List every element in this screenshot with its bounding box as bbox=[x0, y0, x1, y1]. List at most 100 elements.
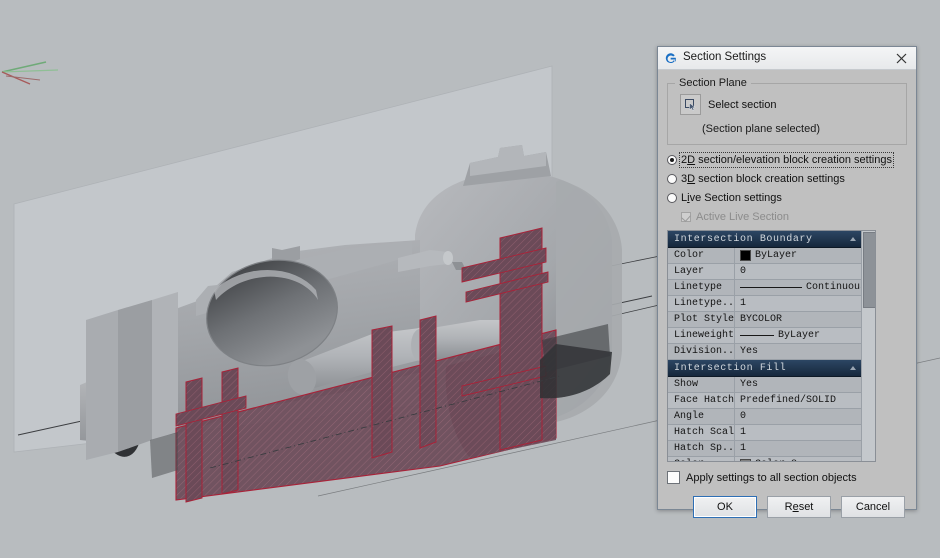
radio-live-section[interactable]: Live Section settings bbox=[667, 192, 907, 204]
property-value[interactable]: 1 bbox=[735, 441, 861, 456]
section-settings-dialog[interactable]: Section Settings Section Plane Select se… bbox=[657, 46, 917, 518]
dialog-button-row: OK Reset Cancel bbox=[667, 496, 907, 518]
property-key: Color bbox=[668, 457, 735, 461]
property-key: Show bbox=[668, 377, 735, 392]
select-section-row[interactable]: Select section bbox=[676, 94, 898, 115]
property-key: Hatch Scale bbox=[668, 425, 735, 440]
property-value[interactable]: 0 bbox=[735, 264, 861, 279]
property-row[interactable]: Lineweight ByLayer bbox=[668, 328, 861, 344]
radio-mark-icon bbox=[667, 174, 677, 184]
property-value[interactable]: BYCOLOR bbox=[735, 312, 861, 327]
property-grid[interactable]: Intersection Boundary Color ByLayer Layer 0 L… bbox=[667, 230, 876, 462]
property-key: Angle bbox=[668, 409, 735, 424]
radio-live-section-label: Live Section settings bbox=[681, 192, 782, 204]
app-root: Section Settings Section Plane Select se… bbox=[0, 0, 940, 558]
apply-all-label: Apply settings to all section objects bbox=[686, 471, 857, 484]
property-key: Lineweight bbox=[668, 328, 735, 343]
chevron-up-icon[interactable] bbox=[850, 237, 856, 241]
select-section-button[interactable] bbox=[680, 94, 701, 115]
checkmark-icon bbox=[681, 212, 691, 222]
property-key: Plot Style bbox=[668, 312, 735, 327]
dialog-titlebar[interactable]: Section Settings bbox=[658, 47, 916, 70]
property-key: Color bbox=[668, 248, 735, 263]
radio-3d-section[interactable]: 3D section block creation settings bbox=[667, 173, 907, 185]
property-category-header[interactable]: Intersection Fill bbox=[668, 360, 861, 377]
section-plane-note: (Section plane selected) bbox=[702, 123, 821, 135]
apply-all-checkbox[interactable]: Apply settings to all section objects bbox=[667, 471, 907, 484]
property-grid-rows: Intersection Boundary Color ByLayer Layer 0 L… bbox=[668, 231, 861, 461]
property-value[interactable]: ByLayer bbox=[735, 328, 861, 343]
property-value[interactable]: 1 bbox=[735, 296, 861, 311]
mode-radio-group: 2D section/elevation block creation sett… bbox=[667, 152, 907, 223]
property-row[interactable]: Division... Yes bbox=[668, 344, 861, 360]
radio-2d-section[interactable]: 2D section/elevation block creation sett… bbox=[667, 152, 907, 168]
property-key: Division... bbox=[668, 344, 735, 359]
property-value[interactable]: Yes bbox=[735, 344, 861, 359]
property-category-label: Intersection Boundary bbox=[674, 233, 813, 245]
property-category-header[interactable]: Intersection Boundary bbox=[668, 231, 861, 248]
line-preview bbox=[740, 287, 802, 288]
dialog-body: Section Plane Select section (Section pl… bbox=[658, 70, 916, 518]
property-row[interactable]: Color Color 8 bbox=[668, 457, 861, 461]
checkbox-icon bbox=[667, 471, 680, 484]
property-value-text: Color 8 bbox=[755, 459, 797, 461]
property-row[interactable]: Layer 0 bbox=[668, 264, 861, 280]
property-row[interactable]: Hatch Scale 1 bbox=[668, 425, 861, 441]
property-row[interactable]: Linetype... 1 bbox=[668, 296, 861, 312]
color-swatch bbox=[740, 459, 751, 461]
property-value[interactable]: Yes bbox=[735, 377, 861, 392]
color-swatch bbox=[740, 250, 751, 261]
property-value-text: 0 bbox=[740, 266, 747, 277]
property-value-text: ByLayer bbox=[755, 250, 798, 261]
property-key: Layer bbox=[668, 264, 735, 279]
active-live-section-checkbox: Active Live Section bbox=[681, 211, 907, 223]
chevron-up-icon[interactable] bbox=[850, 366, 856, 370]
select-section-label: Select section bbox=[708, 98, 777, 111]
reset-button[interactable]: Reset bbox=[767, 496, 831, 518]
property-category-label: Intersection Fill bbox=[674, 362, 787, 374]
property-grid-scrollbar[interactable] bbox=[861, 231, 875, 461]
property-value[interactable]: ByLayer bbox=[735, 248, 861, 263]
select-section-icon bbox=[685, 99, 696, 111]
radio-2d-section-label: 2D section/elevation block creation sett… bbox=[679, 152, 894, 168]
radio-mark-icon bbox=[667, 193, 677, 203]
line-preview bbox=[740, 335, 774, 336]
property-value[interactable]: Predefined/SOLID bbox=[735, 393, 861, 408]
model-left-rib bbox=[86, 310, 118, 460]
property-value-text: Predefined/SOLID bbox=[740, 395, 837, 406]
property-row[interactable]: Show Yes bbox=[668, 377, 861, 393]
property-row[interactable]: Angle 0 bbox=[668, 409, 861, 425]
property-value[interactable]: 1 bbox=[735, 425, 861, 440]
property-value-text: 1 bbox=[740, 298, 747, 309]
property-key: Linetype... bbox=[668, 296, 735, 311]
radio-mark-icon bbox=[667, 155, 677, 165]
property-row[interactable]: Color ByLayer bbox=[668, 248, 861, 264]
property-value-text: 1 bbox=[740, 443, 747, 454]
property-row[interactable]: Face Hatch Predefined/SOLID bbox=[668, 393, 861, 409]
scrollbar-thumb[interactable] bbox=[863, 232, 875, 308]
property-value-text: Continuous bbox=[806, 282, 861, 293]
property-value[interactable]: Color 8 bbox=[735, 457, 861, 461]
dialog-title: Section Settings bbox=[683, 51, 767, 64]
property-key: Face Hatch bbox=[668, 393, 735, 408]
property-key: Hatch Sp... bbox=[668, 441, 735, 456]
section-plane-legend: Section Plane bbox=[675, 77, 751, 89]
property-value[interactable]: Continuous bbox=[735, 280, 861, 295]
property-value[interactable]: 0 bbox=[735, 409, 861, 424]
property-value-text: 0 bbox=[740, 411, 747, 422]
ok-button[interactable]: OK bbox=[693, 496, 757, 518]
property-key: Linetype bbox=[668, 280, 735, 295]
property-row[interactable]: Linetype Continuous bbox=[668, 280, 861, 296]
property-value-text: 1 bbox=[740, 427, 747, 438]
property-value-text: Yes bbox=[740, 346, 759, 357]
property-row[interactable]: Plot Style BYCOLOR bbox=[668, 312, 861, 328]
property-value-text: BYCOLOR bbox=[740, 314, 783, 325]
cancel-button[interactable]: Cancel bbox=[841, 496, 905, 518]
close-icon[interactable] bbox=[890, 48, 912, 68]
property-row[interactable]: Hatch Sp... 1 bbox=[668, 441, 861, 457]
gstarcad-g-icon bbox=[665, 52, 676, 63]
section-plane-group: Section Plane Select section (Section pl… bbox=[667, 77, 907, 145]
active-live-section-label: Active Live Section bbox=[696, 211, 789, 223]
property-value-text: Yes bbox=[740, 379, 759, 390]
radio-3d-section-label: 3D section block creation settings bbox=[681, 173, 845, 185]
